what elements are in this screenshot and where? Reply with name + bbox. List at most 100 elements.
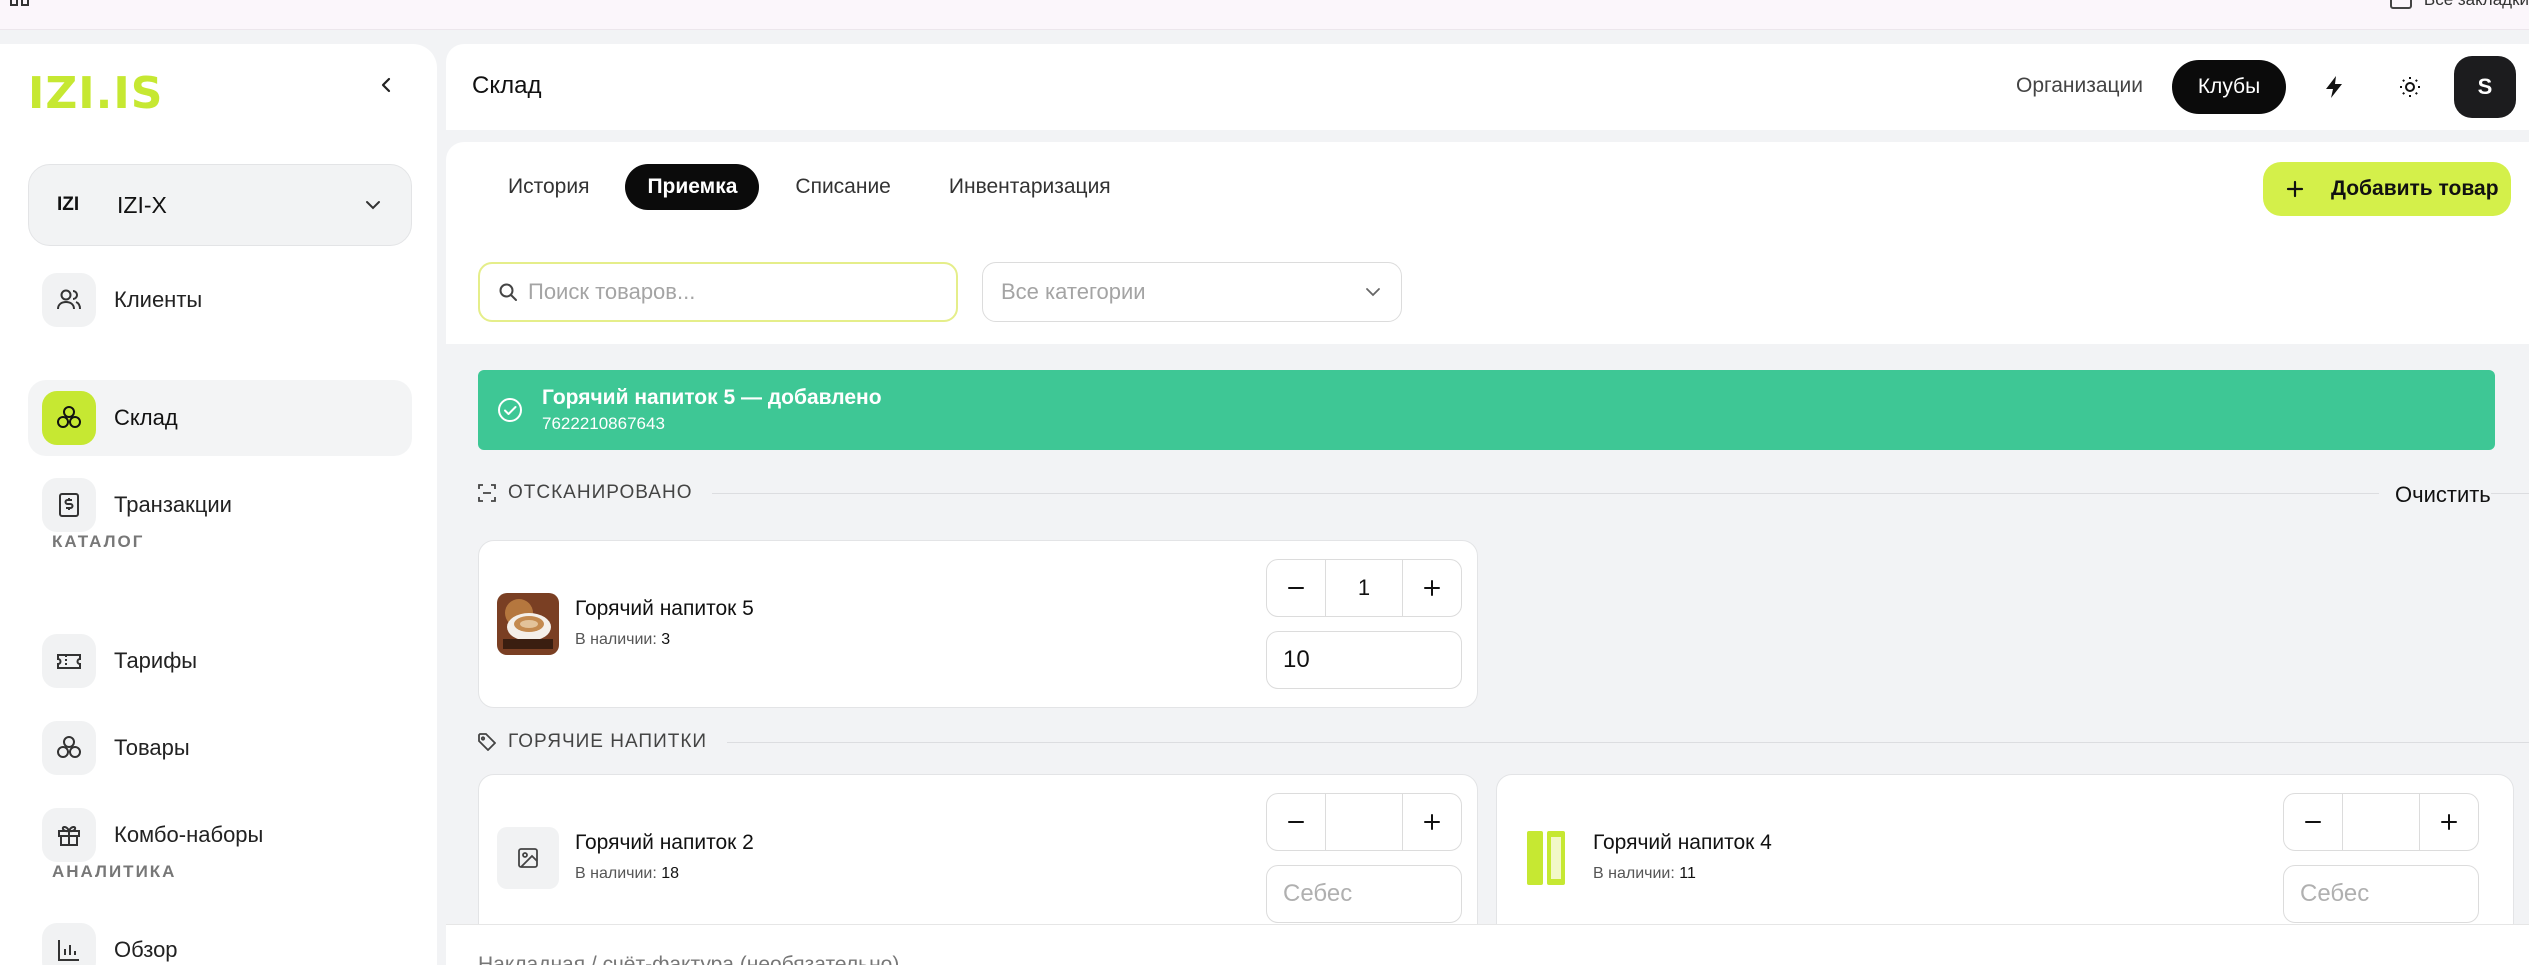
product-stock: В наличии: 3 — [575, 631, 670, 649]
add-product-button[interactable]: Добавить товар — [2263, 162, 2511, 216]
receiving-panel: История Приемка Списание Инвентаризация … — [446, 142, 2529, 344]
search-input[interactable] — [528, 279, 948, 305]
bookmarks-button[interactable]: Все закладки — [2389, 0, 2529, 10]
decrement-button[interactable] — [1267, 560, 1325, 616]
category-select[interactable]: Все категории — [982, 262, 1402, 322]
theme-toggle-button[interactable] — [2390, 67, 2430, 107]
section-label-analytics: АНАЛИТИКА — [52, 862, 177, 881]
clear-scanned-button[interactable]: Очистить — [2379, 482, 2491, 508]
hot-drinks-group-header: ГОРЯЧИЕ НАПИТКИ — [478, 731, 2529, 753]
product-image — [497, 593, 559, 655]
sidebar: IZI.IS IZI IZI-X Клиенты Склад Транзакци… — [0, 44, 437, 965]
ticket-icon — [42, 634, 96, 688]
folder-icon — [2389, 0, 2412, 9]
decrement-button[interactable] — [1267, 794, 1325, 850]
bar-chart-icon — [42, 923, 96, 965]
sidebar-item-label: Товары — [114, 735, 190, 760]
group-divider — [712, 492, 2529, 494]
sidebar-item-label: Комбо-наборы — [114, 822, 264, 847]
top-header: Склад Организации Клубы S — [446, 44, 2529, 130]
category-select-value: Все категории — [1001, 279, 1146, 304]
sidebar-item-warehouse[interactable]: Склад — [28, 380, 412, 456]
clubs-button[interactable]: Клубы — [2172, 60, 2286, 114]
product-card: Горячий напиток 4 В наличии: 11 Себес — [1496, 774, 2514, 942]
add-product-label: Добавить товар — [2331, 177, 2499, 200]
tab-receiving[interactable]: Приемка — [625, 164, 760, 210]
boxes-icon — [42, 391, 96, 445]
banner-title: Горячий напиток 5 — добавлено — [542, 386, 882, 409]
lightning-button[interactable] — [2314, 67, 2354, 107]
group-divider — [727, 741, 2529, 743]
sidebar-item-label: Тарифы — [114, 648, 198, 673]
invoice-label: Накладная / счёт-фактура (необязательно) — [478, 953, 900, 965]
stock-label: В наличии: — [575, 865, 657, 882]
plus-icon — [2286, 180, 2304, 198]
organization-select[interactable]: IZI IZI-X — [28, 164, 412, 246]
chevron-left-icon — [381, 77, 391, 93]
collapse-sidebar-button[interactable] — [370, 69, 402, 101]
stock-label: В наличии: — [575, 631, 657, 648]
plus-icon — [2441, 814, 2457, 830]
quantity-stepper — [2283, 793, 2479, 851]
section-label-catalog: КАТАЛОГ — [52, 532, 145, 551]
cost-input[interactable]: Себес — [1266, 865, 1462, 923]
increment-button[interactable] — [1403, 560, 1461, 616]
product-image — [1515, 827, 1577, 889]
increment-button[interactable] — [2420, 794, 2478, 850]
sidebar-item-products[interactable]: Товары — [28, 710, 412, 786]
sidebar-item-tariffs[interactable]: Тарифы — [28, 623, 412, 699]
tab-bar: История Приемка Списание Инвентаризация — [486, 164, 1133, 210]
quantity-input[interactable]: 1 — [1325, 560, 1403, 616]
cost-input[interactable]: Себес — [2283, 865, 2479, 923]
success-banner: Горячий напиток 5 — добавлено 7622210867… — [478, 370, 2495, 450]
cost-input[interactable]: 10 — [1266, 631, 1462, 689]
search-icon — [499, 283, 517, 301]
minus-icon — [1288, 821, 1304, 823]
sidebar-item-label: Транзакции — [114, 492, 232, 517]
tab-write-off[interactable]: Списание — [773, 164, 912, 210]
banner-barcode: 7622210867643 — [542, 414, 665, 433]
quantity-input[interactable] — [1325, 794, 1403, 850]
sidebar-item-label: Склад — [114, 405, 178, 430]
minus-icon — [1288, 587, 1304, 589]
chevron-down-icon — [1366, 288, 1380, 297]
drink-can-image — [1527, 831, 1565, 885]
tab-inventory[interactable]: Инвентаризация — [927, 164, 1133, 210]
increment-button[interactable] — [1403, 794, 1461, 850]
apps-grid-icon[interactable] — [10, 0, 32, 12]
quantity-input[interactable] — [2342, 794, 2420, 850]
bookmarks-label: Все закладки — [2424, 0, 2529, 10]
gift-icon — [42, 808, 96, 862]
stock-value: 3 — [661, 631, 671, 648]
browser-toolbar: Все закладки — [0, 0, 2529, 30]
sidebar-item-overview[interactable]: Обзор — [28, 912, 412, 965]
chevron-down-icon — [366, 201, 380, 210]
sun-icon — [2400, 77, 2420, 97]
lightning-icon — [2326, 76, 2342, 98]
stock-label: В наличии: — [1593, 865, 1675, 882]
app-logo[interactable]: IZI.IS — [28, 68, 163, 119]
decrement-button[interactable] — [2284, 794, 2342, 850]
user-avatar[interactable]: S — [2454, 56, 2516, 118]
search-box — [478, 262, 958, 322]
org-logo: IZI — [57, 194, 80, 215]
sidebar-item-clients[interactable]: Клиенты — [28, 262, 412, 338]
users-icon — [42, 273, 96, 327]
scan-icon — [478, 484, 496, 502]
stock-value: 11 — [1679, 865, 1696, 882]
product-image-placeholder — [497, 827, 559, 889]
product-stock: В наличии: 11 — [1593, 865, 1696, 883]
image-placeholder-icon — [518, 848, 538, 868]
hot-drinks-group-title: ГОРЯЧИЕ НАПИТКИ — [508, 731, 708, 752]
quantity-stepper — [1266, 793, 1462, 851]
scanned-group-header: ОТСКАНИРОВАНО — [478, 482, 2529, 504]
coffee-cup-image — [497, 593, 559, 655]
plus-icon — [1424, 814, 1440, 830]
scanned-product-card: Горячий напиток 5 В наличии: 3 1 10 — [478, 540, 1478, 708]
product-name: Горячий напиток 5 — [575, 597, 754, 620]
tab-history[interactable]: История — [486, 164, 611, 210]
scanned-group-title: ОТСКАНИРОВАНО — [508, 482, 693, 503]
product-name: Горячий напиток 4 — [1593, 831, 1772, 854]
organizations-link[interactable]: Организации — [2016, 74, 2143, 98]
tag-icon — [478, 733, 496, 751]
